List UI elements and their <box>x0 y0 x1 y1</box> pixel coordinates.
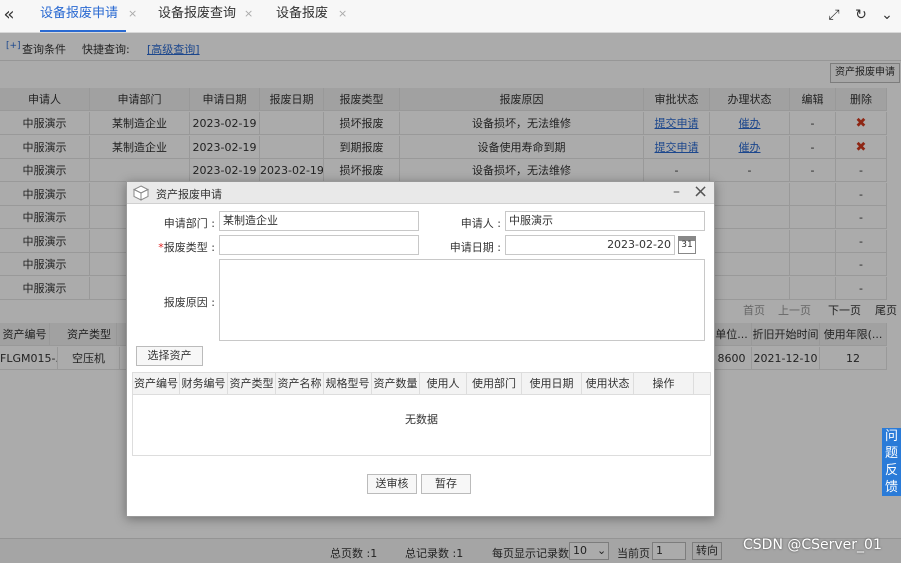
dept-label: 申请部门 : <box>163 217 215 230</box>
column-header: 资产数量 <box>372 373 420 395</box>
scrap-reason-label: 报废原因 : <box>163 296 215 309</box>
watermark: CSDN @CServer_01 <box>743 537 882 553</box>
tab-scrap[interactable]: 设备报废 × <box>276 0 347 32</box>
scrap-type-field[interactable] <box>219 235 419 255</box>
tab-close-icon[interactable]: × <box>244 0 253 28</box>
asset-select-header: 资产编号 财务编号 资产类型 资产名称 规格型号 资产数量 使用人 使用部门 使用日期 使用状态操… <box>133 373 710 395</box>
column-header: 使用状态 <box>582 373 634 395</box>
refresh-icon[interactable]: ↻ <box>852 6 870 24</box>
apply-date-label: 申请日期 : <box>449 241 501 254</box>
no-data-text: 无数据 <box>405 413 438 426</box>
scrap-reason-textarea[interactable] <box>219 259 705 341</box>
tab-scrap-query[interactable]: 设备报废查询 × <box>158 0 253 32</box>
column-header: 财务编号 <box>180 373 228 395</box>
column-header: 规格型号 <box>324 373 372 395</box>
applicant-value: 中服演示 <box>509 214 553 227</box>
column-header: 操作 <box>634 373 694 395</box>
asset-select-table: 资产编号 财务编号 资产类型 资产名称 规格型号 资产数量 使用人 使用部门 使用日期 使用状态操… <box>132 372 711 456</box>
dialog-title-bar[interactable]: 资产报废申请 – × <box>127 181 714 204</box>
close-icon[interactable]: × <box>693 181 708 202</box>
submit-review-button[interactable]: 送审核 <box>367 474 417 494</box>
select-asset-button[interactable]: 选择资产 <box>136 346 203 366</box>
tab-label: 设备报废 <box>276 6 329 21</box>
feedback-button[interactable]: 问题反馈 <box>882 428 901 496</box>
tab-bar: « 设备报废申请 × 设备报废查询 × 设备报废 × ⤢ ↻ ⌄ <box>0 0 901 33</box>
applicant-field[interactable]: 中服演示 <box>505 211 705 231</box>
apply-date-value: 2023-02-20 <box>607 238 671 251</box>
calendar-day: 31 <box>681 240 693 250</box>
back-chevron-icon[interactable]: « <box>0 4 18 26</box>
cube-icon <box>133 185 149 201</box>
scrap-apply-dialog: 资产报废申请 – × 申请部门 : 某制造企业 申请人 : 中服演示 *报废类型… <box>126 181 715 517</box>
scrap-type-label-text: 报废类型 : <box>163 241 215 254</box>
calendar-icon[interactable]: 31 <box>678 236 696 254</box>
applicant-label: 申请人 : <box>460 217 501 230</box>
column-header: 资产编号 <box>133 373 180 395</box>
dialog-title: 资产报废申请 <box>156 188 222 201</box>
tab-label: 设备报废申请 <box>40 6 119 21</box>
column-header: 使用人 <box>420 373 467 395</box>
save-draft-button[interactable]: 暂存 <box>421 474 471 494</box>
dept-value: 某制造企业 <box>223 214 278 227</box>
scrap-type-label: *报废类型 : <box>143 239 215 255</box>
minimize-icon[interactable]: – <box>673 184 680 200</box>
column-header: 使用日期 <box>522 373 582 395</box>
column-header: 资产名称 <box>276 373 324 395</box>
tab-scrap-apply[interactable]: 设备报废申请 × <box>40 0 137 32</box>
tab-close-icon[interactable]: × <box>338 0 347 28</box>
feedback-label: 问题反馈 <box>884 429 898 495</box>
column-header: 资产类型 <box>228 373 276 395</box>
dept-field[interactable]: 某制造企业 <box>219 211 419 231</box>
tab-close-icon[interactable]: × <box>128 0 137 28</box>
chevron-down-icon[interactable]: ⌄ <box>878 6 896 24</box>
column-header: 使用部门 <box>467 373 522 395</box>
apply-date-field[interactable]: 2023-02-20 <box>505 235 675 255</box>
fullscreen-icon[interactable]: ⤢ <box>825 6 843 24</box>
tab-label: 设备报废查询 <box>158 6 237 21</box>
